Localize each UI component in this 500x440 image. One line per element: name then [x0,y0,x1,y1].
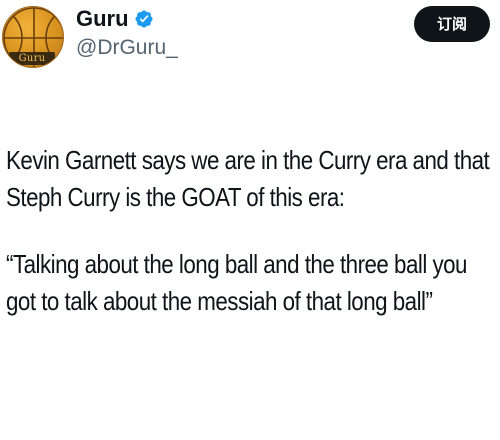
subscribe-button[interactable]: 订阅 [414,6,490,42]
display-name[interactable]: Guru [76,6,129,32]
tweet-paragraph: Kevin Garnett says we are in the Curry e… [6,145,490,212]
verified-badge-icon [135,10,153,28]
tweet-card: Guru Guru @DrGuru_ 订阅 Kevin Garnett says… [0,0,500,440]
display-name-row: Guru [76,6,154,32]
tweet-paragraph-quote: “Talking about the long ball and the thr… [6,249,468,316]
author-handle[interactable]: @DrGuru_ [76,36,178,60]
tweet-text: Kevin Garnett says we are in the Curry e… [6,142,496,320]
avatar[interactable]: Guru [2,6,64,68]
avatar-logo-text: Guru [9,52,55,65]
